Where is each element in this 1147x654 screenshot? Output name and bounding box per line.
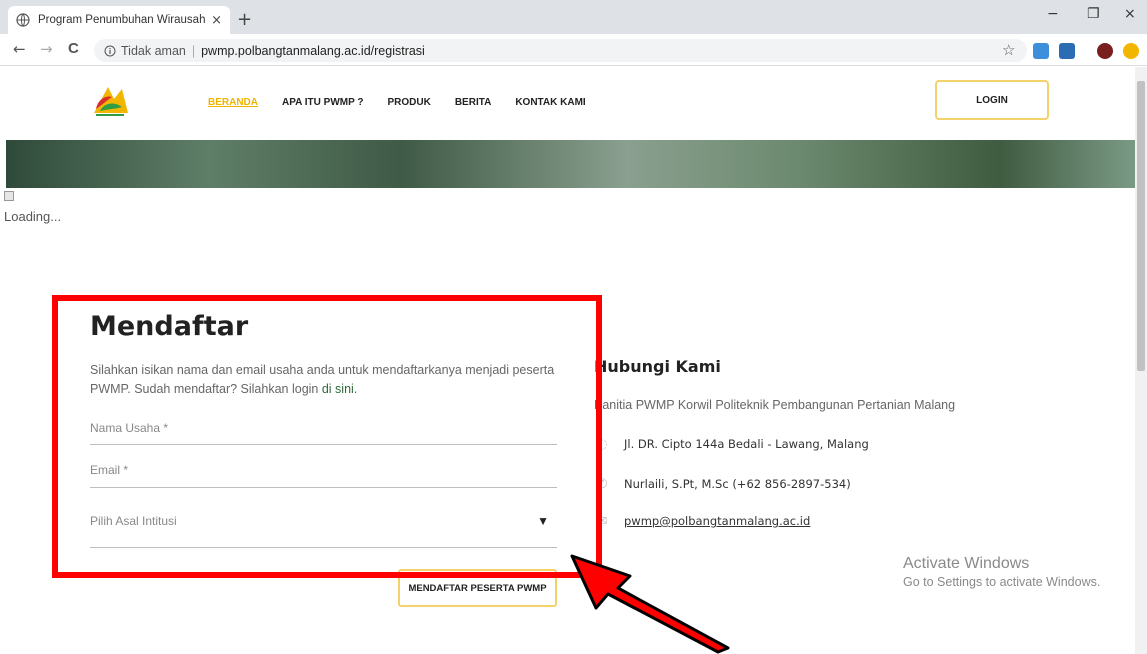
tab-title: Program Penumbuhan Wirausaha: [38, 14, 206, 26]
update-alert-icon[interactable]: [1123, 43, 1139, 59]
info-icon[interactable]: [104, 45, 116, 57]
reload-button[interactable]: C: [68, 40, 79, 57]
nav-beranda[interactable]: BERANDA: [208, 97, 258, 108]
loading-text: Loading...: [4, 209, 62, 224]
security-label[interactable]: Tidak aman: [121, 44, 186, 58]
contact-person: Nurlaili, S.Pt, M.Sc (+62 856-2897-534): [624, 477, 851, 491]
hero-banner-image: [6, 140, 1135, 188]
address-bar-row: ← → C Tidak aman | pwmp.polbangtanmalang…: [0, 34, 1147, 66]
forward-button[interactable]: →: [40, 40, 53, 58]
profile-avatar[interactable]: [1097, 43, 1113, 59]
nav-apa-itu-pwmp[interactable]: APA ITU PWMP ?: [282, 97, 363, 108]
nav-kontak-kami[interactable]: KONTAK KAMI: [515, 97, 585, 108]
scrollbar-thumb[interactable]: [1137, 81, 1145, 371]
tab-close-icon[interactable]: ×: [211, 13, 222, 28]
restore-button[interactable]: ❐: [1087, 6, 1100, 22]
broken-image-icon: [4, 191, 14, 201]
contact-email-link[interactable]: pwmp@polbangtanmalang.ac.id: [624, 514, 810, 528]
page-scrollbar[interactable]: [1135, 67, 1147, 654]
close-window-button[interactable]: ×: [1124, 6, 1136, 22]
bookmark-star-icon[interactable]: ☆: [1002, 41, 1015, 59]
url-text[interactable]: pwmp.polbangtanmalang.ac.id/registrasi: [201, 44, 425, 58]
contact-phone-row: ✆ Nurlaili, S.Pt, M.Sc (+62 856-2897-534…: [594, 476, 851, 492]
annotation-arrow-icon: [570, 554, 730, 654]
extension-save-icon[interactable]: [1059, 43, 1075, 59]
contact-address: Jl. DR. Cipto 144a Bedali - Lawang, Mala…: [624, 437, 869, 451]
new-tab-button[interactable]: +: [237, 9, 252, 30]
url-input[interactable]: Tidak aman | pwmp.polbangtanmalang.ac.id…: [94, 39, 1027, 62]
minimize-button[interactable]: −: [1047, 6, 1059, 22]
login-button[interactable]: LOGIN: [935, 80, 1049, 120]
url-separator: |: [191, 43, 196, 58]
extension-tff-icon[interactable]: [1033, 43, 1049, 59]
nav-produk[interactable]: PRODUK: [387, 97, 430, 108]
contact-title: Hubungi Kami: [594, 357, 721, 376]
contact-address-row: ◌ Jl. DR. Cipto 144a Bedali - Lawang, Ma…: [594, 436, 869, 452]
tab-strip: Program Penumbuhan Wirausaha × + − ❐ ×: [0, 0, 1147, 34]
windows-activation-watermark: Activate Windows Go to Settings to activ…: [903, 555, 1100, 589]
annotation-highlight-box: [52, 295, 602, 578]
back-button[interactable]: ←: [13, 40, 26, 58]
watermark-line-1: Activate Windows: [903, 555, 1030, 572]
nav-berita[interactable]: BERITA: [455, 97, 491, 108]
globe-icon: [16, 13, 30, 27]
tab-active[interactable]: Program Penumbuhan Wirausaha ×: [8, 6, 230, 34]
main-nav: BERANDA APA ITU PWMP ? PRODUK BERITA KON…: [208, 97, 586, 108]
pwmp-logo[interactable]: [88, 79, 132, 119]
contact-committee: Panitia PWMP Korwil Politeknik Pembangun…: [594, 398, 956, 412]
web-page: BERANDA APA ITU PWMP ? PRODUK BERITA KON…: [0, 67, 1135, 654]
contact-email-row: ✉ pwmp@polbangtanmalang.ac.id: [594, 513, 811, 529]
watermark-line-2: Go to Settings to activate Windows.: [903, 575, 1101, 589]
